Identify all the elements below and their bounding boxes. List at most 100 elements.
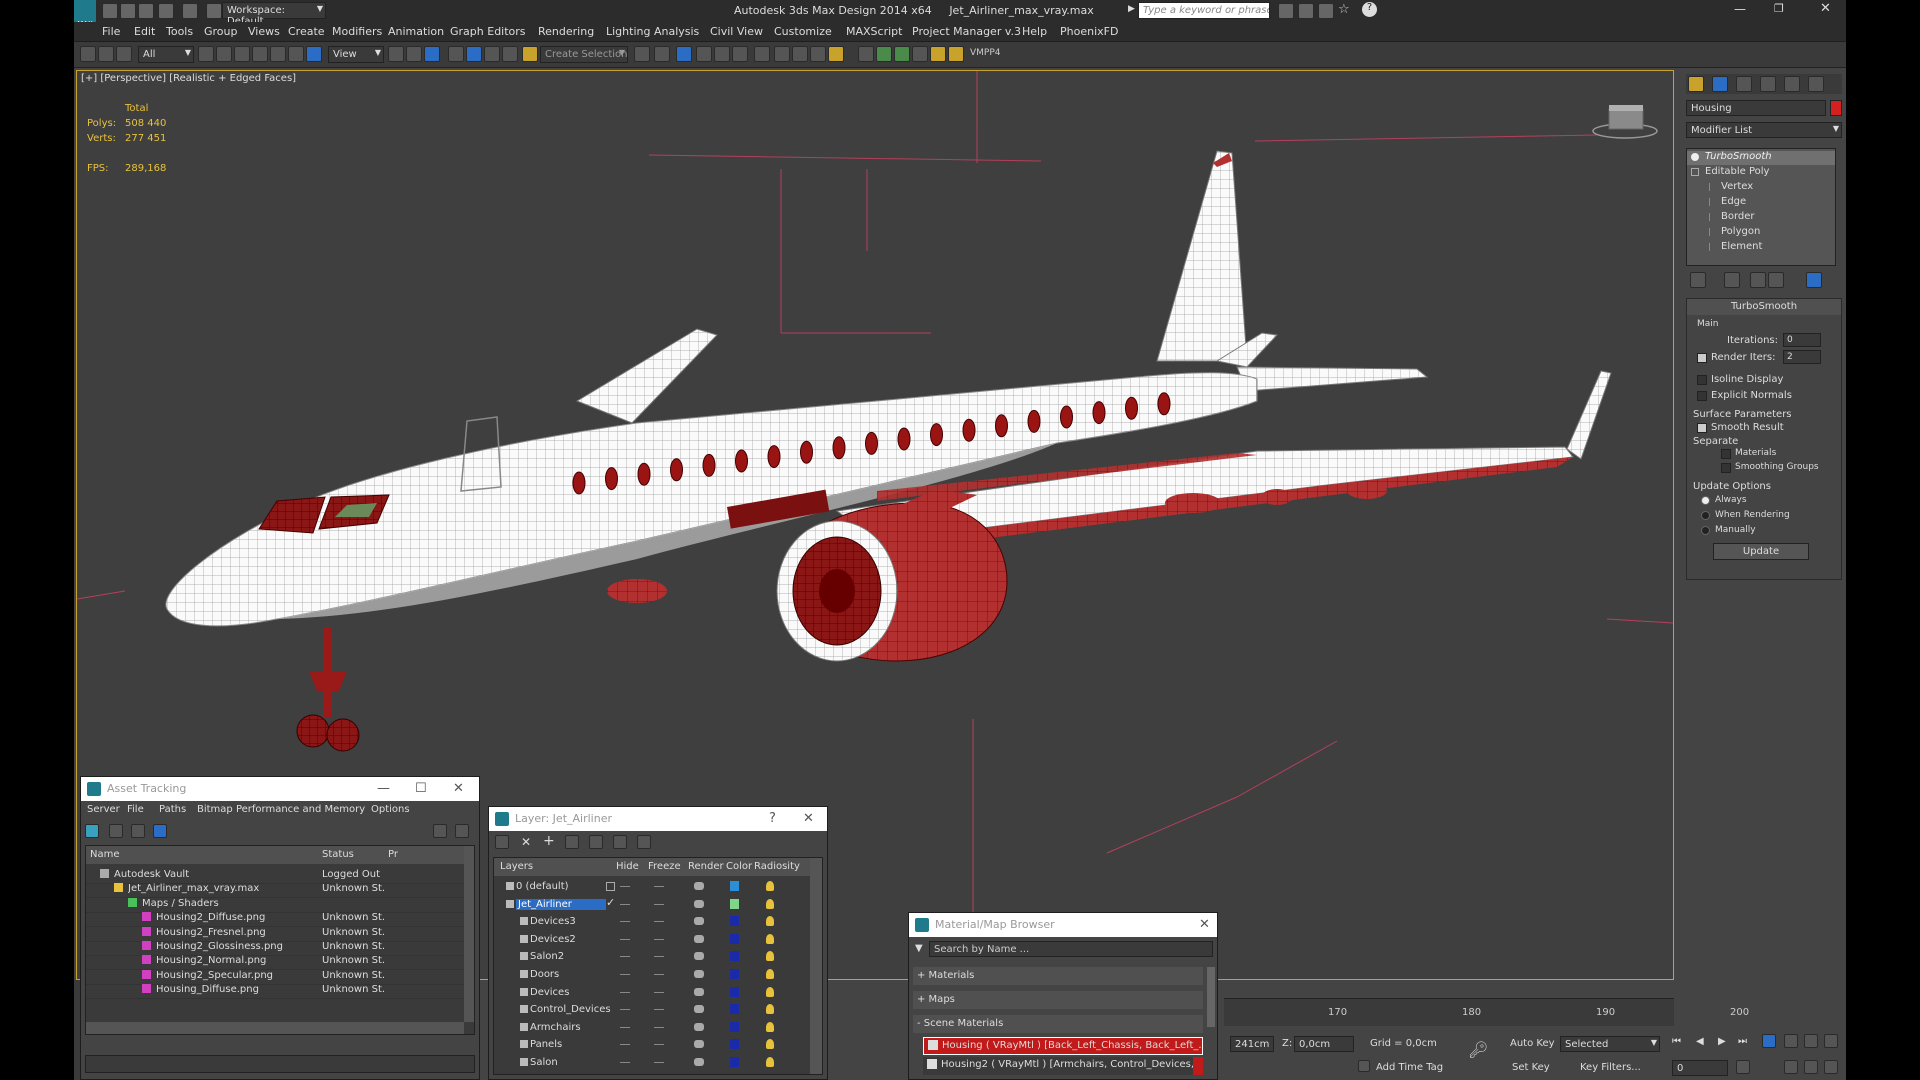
select-rotate-icon[interactable] [288,46,304,62]
freeze-toggle[interactable] [654,1044,664,1046]
vray-sun-icon[interactable] [948,46,964,62]
layer-column-hide[interactable]: Hide [616,861,639,872]
render-teapot-icon[interactable] [694,899,704,908]
set-key-button[interactable]: Set Key [1512,1062,1550,1073]
modifier-list-dropdown[interactable]: Modifier List ▼ [1686,122,1842,138]
radiosity-lightbulb-icon[interactable] [766,916,774,927]
radiosity-lightbulb-icon[interactable] [766,1004,774,1015]
menu-views[interactable]: Views [248,25,280,38]
window-crossing-icon[interactable] [252,46,268,62]
menu-create[interactable]: Create [288,25,325,38]
select-object-icon[interactable] [198,46,214,62]
material-editor-icon[interactable] [774,46,790,62]
radiosity-lightbulb-icon[interactable] [766,898,774,909]
lightbulb-icon[interactable] [1691,153,1699,161]
object-color-swatch[interactable] [1830,100,1842,116]
jet-airliner-model[interactable] [165,150,1612,752]
select-highlighted-icon[interactable] [565,835,579,849]
render-teapot-icon[interactable] [694,952,704,961]
viewcube[interactable] [1592,105,1658,139]
select-manipulate-icon[interactable] [406,46,422,62]
radiosity-lightbulb-icon[interactable] [766,1057,774,1067]
layer-color-swatch[interactable] [730,916,739,927]
explicit-normals-checkbox[interactable] [1697,391,1707,401]
edit-named-selection-icon[interactable] [522,46,538,62]
smooth-result-checkbox[interactable] [1697,423,1707,433]
motion-tab-icon[interactable] [1760,76,1776,92]
highlight-selected-icon[interactable] [589,835,603,849]
keyword-search-input[interactable]: Type a keyword or phrase [1138,2,1270,19]
freeze-toggle[interactable] [654,974,664,975]
layer-column-radiosity[interactable]: Radiosity [754,861,800,872]
current-frame-field[interactable]: 0 [1672,1060,1728,1076]
current-layer-box-icon[interactable] [606,882,615,891]
layer-row[interactable]: Control_Devices [494,1001,812,1019]
spinner-snap-icon[interactable] [502,46,518,62]
menu-group[interactable]: Group [204,25,238,38]
sub-object-icon[interactable] [1709,243,1717,251]
menu-project-manager[interactable]: Project Manager v.3 [912,25,1021,38]
selection-filter-dropdown[interactable]: All ▼ [138,46,194,63]
asset-column-name[interactable]: Name [90,849,120,860]
select-scale-icon[interactable] [306,46,322,62]
time-configuration-icon[interactable] [1736,1060,1750,1074]
freeze-toggle[interactable] [654,1009,664,1011]
layer-column-layers[interactable]: Layers [500,861,533,872]
layer-color-swatch[interactable] [730,898,739,909]
layer-color-swatch[interactable] [730,1004,739,1015]
z-coordinate-field[interactable]: 0,0cm [1294,1036,1354,1052]
open-file-icon[interactable] [120,3,136,19]
manually-radio[interactable] [1701,526,1710,535]
make-unique-icon[interactable] [1750,272,1766,288]
layer-column-freeze[interactable]: Freeze [648,861,681,872]
object-name-input[interactable]: Housing [1686,100,1826,116]
menu-file[interactable]: File [102,25,120,38]
zoom-all-icon[interactable] [1804,1034,1818,1048]
freeze-toggle[interactable] [654,938,664,940]
modifier-stack-item[interactable]: TurboSmooth [1687,151,1835,165]
add-time-tag-label[interactable]: Add Time Tag [1376,1062,1443,1073]
layer-manager-icon[interactable] [696,46,712,62]
freeze-toggle[interactable] [654,1062,664,1063]
subscription-icon[interactable] [1298,3,1314,19]
layer-row[interactable]: Jet_Airliner ✓ [494,896,812,914]
layer-row[interactable]: Devices3 [494,913,812,931]
binoculars-icon[interactable] [1278,3,1294,19]
create-layer-icon[interactable] [495,835,509,849]
search-arrow-icon[interactable]: ▶ [1128,4,1135,14]
material-browser-scrollbar[interactable] [1207,967,1215,1027]
scene-materials-group-header[interactable]: - Scene Materials [913,1015,1203,1033]
set-key-icon[interactable]: 🔑︎ [1468,1040,1488,1059]
display-tab-icon[interactable] [1784,76,1800,92]
radiosity-lightbulb-icon[interactable] [766,969,774,979]
layer-color-swatch[interactable] [730,1039,739,1050]
scene-explorer-icon[interactable] [676,46,692,62]
align-icon[interactable] [654,46,670,62]
menu-phoenixfd[interactable]: PhoenixFD [1060,25,1118,38]
hierarchy-tab-icon[interactable] [1736,76,1752,92]
x-coordinate-field[interactable]: 241cm [1230,1036,1274,1052]
render-teapot-icon[interactable] [694,917,704,926]
when-rendering-radio[interactable] [1701,511,1710,520]
remove-modifier-icon[interactable] [1768,272,1784,288]
delete-layer-icon[interactable]: ✕ [521,835,531,849]
sub-object-icon[interactable] [1709,228,1717,236]
keyboard-shortcut-override-icon[interactable] [424,46,440,62]
vray-frame-buffer-icon[interactable] [858,46,874,62]
asset-menu-file[interactable]: File [127,804,144,815]
sub-object-icon[interactable] [1709,213,1717,221]
auto-key-button[interactable]: Auto Key [1510,1038,1555,1049]
render-teapot-icon[interactable] [694,882,704,890]
smoothing-groups-checkbox[interactable] [1721,463,1731,473]
key-filters-button[interactable]: Key Filters... [1580,1062,1641,1073]
previous-frame-icon[interactable]: ◀ [1696,1036,1704,1047]
add-to-layer-icon[interactable]: + [543,833,555,849]
vray-material-icon[interactable] [876,46,892,62]
asset-vertical-scrollbar[interactable] [464,846,474,1022]
freeze-toggle[interactable] [654,886,664,887]
menu-maxscript[interactable]: MAXScript [846,25,902,38]
asset-path-field[interactable] [85,1055,475,1073]
communication-center-icon[interactable] [1318,3,1334,19]
zoom-extents-icon[interactable] [1824,1034,1838,1048]
hide-toggle[interactable] [620,886,630,887]
